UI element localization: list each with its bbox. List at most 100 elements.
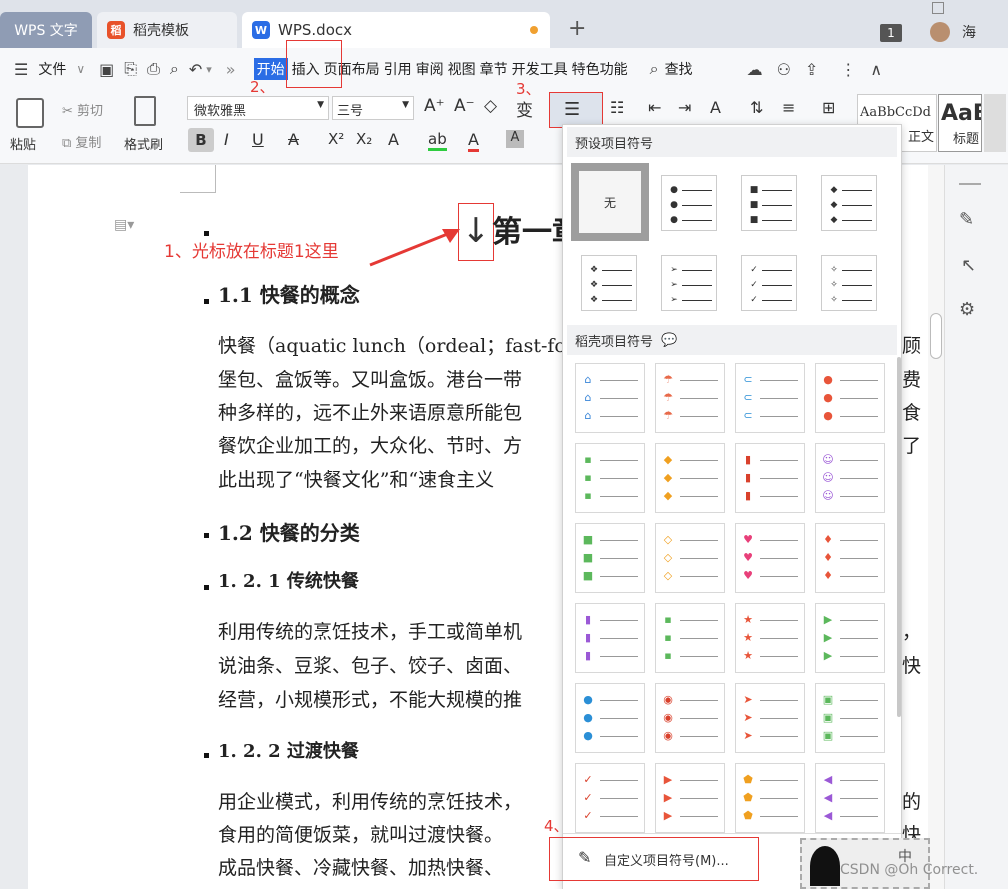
paragraph-line[interactable]: 经营，小规模形式，不能大规模的推 — [218, 685, 522, 712]
bullet-preset-option[interactable]: ❖ ❖ ❖ — [581, 255, 637, 311]
underline-button[interactable]: U — [252, 130, 264, 149]
bullet-preset-option[interactable]: ◆ ◆ ◆ — [821, 175, 877, 231]
window-count-badge[interactable]: 1 — [880, 24, 902, 42]
bullet-daoke-option[interactable]: ▮ ▮ ▮ — [575, 603, 645, 673]
chinese-layout-icon[interactable]: A — [710, 98, 721, 117]
paragraph-fragment[interactable]: 了 — [902, 431, 921, 458]
bullet-daoke-option[interactable]: ▶ ▶ ▶ — [655, 763, 725, 833]
sort-icon[interactable]: ⇅ — [750, 98, 763, 117]
paragraph-line[interactable]: 快餐（aquatic lunch（ordeal；fast-fo — [218, 331, 566, 358]
paste-button[interactable]: 粘贴 — [10, 134, 36, 153]
bullet-daoke-option[interactable]: ♥ ♥ ♥ — [735, 523, 805, 593]
format-painter-button[interactable]: 格式刷 — [124, 134, 163, 153]
bullet-preset-option[interactable]: ✓ ✓ ✓ — [741, 255, 797, 311]
bullet-daoke-option[interactable]: ▣ ▣ ▣ — [815, 683, 885, 753]
bullet-daoke-option[interactable]: ● ● ● — [815, 363, 885, 433]
edit-pen-icon[interactable]: ✎ — [959, 209, 974, 230]
format-painter-icon[interactable] — [134, 96, 156, 126]
bullet-daoke-option[interactable]: ◇ ◇ ◇ — [655, 523, 725, 593]
bullet-preset-option[interactable]: ● ● ● — [661, 175, 717, 231]
custom-bullet-button[interactable]: ✎ 自定义项目符号(M)... — [549, 837, 759, 881]
paragraph-fragment[interactable]: ， — [902, 617, 921, 644]
paragraph-line[interactable]: 堡包、盒饭等。又叫盒饭。港台一带 — [218, 365, 522, 392]
heading-2[interactable]: 1.1 快餐的概念 — [218, 279, 360, 308]
font-grow-icon[interactable]: A⁺ — [424, 96, 445, 116]
heading-3[interactable]: 1. 2. 1 传统快餐 — [218, 567, 359, 593]
bullet-list-button[interactable]: ☰ — [549, 92, 603, 128]
paragraph-line[interactable]: 此出现了“快餐文化”和“速食主义 — [218, 465, 494, 492]
font-family-select[interactable]: 微软雅黑 ▼ — [187, 96, 329, 120]
heading-2[interactable]: 1.2 快餐的分类 — [218, 517, 360, 546]
tab-chapter[interactable]: 章节 — [478, 59, 510, 79]
line-spacing-icon[interactable]: ≡ — [782, 98, 795, 117]
paragraph-line[interactable]: 说油条、豆浆、包子、饺子、卤面、 — [218, 651, 522, 678]
copy-button[interactable]: ⧉ 复制 — [62, 132, 101, 151]
paragraph-fragment[interactable]: 的 — [902, 787, 921, 814]
hamburger-icon[interactable]: ☰ — [14, 60, 28, 79]
bullet-daoke-option[interactable]: ▪ ▪ ▪ — [575, 443, 645, 513]
bullet-daoke-option[interactable]: ◆ ◆ ◆ — [655, 443, 725, 513]
undo-dropdown-icon[interactable]: ▾ — [206, 63, 212, 76]
superscript-button[interactable]: X² — [328, 130, 344, 148]
more-vertical-icon[interactable]: ⋮ — [840, 60, 856, 79]
tab-template[interactable]: 稻 稻壳模板 — [97, 12, 237, 48]
bold-button[interactable]: B — [188, 128, 214, 152]
increase-indent-icon[interactable]: ⇥ — [678, 98, 691, 117]
scrollbar[interactable] — [928, 165, 944, 889]
numbered-list-icon[interactable]: ☷ — [610, 98, 624, 117]
paragraph-line[interactable]: 食用的简便饭菜，就叫过渡快餐。 — [218, 820, 503, 847]
bullet-preset-option[interactable]: ✧ ✧ ✧ — [821, 255, 877, 311]
clear-format-icon[interactable]: ◇ — [484, 96, 497, 116]
char-shading-button[interactable]: A — [506, 130, 524, 148]
text-effect-button[interactable]: A — [388, 130, 399, 149]
bullet-daoke-option[interactable]: ▮ ▮ ▮ — [735, 443, 805, 513]
bullet-daoke-option[interactable]: ● ● ● — [575, 683, 645, 753]
style-scroll[interactable] — [984, 94, 1006, 152]
font-shrink-icon[interactable]: A⁻ — [454, 96, 475, 116]
bullet-daoke-option[interactable]: ★ ★ ★ — [735, 603, 805, 673]
bullet-preset-option[interactable]: ➢ ➢ ➢ — [661, 255, 717, 311]
bullet-daoke-option[interactable]: ■ ■ ■ — [575, 523, 645, 593]
cut-button[interactable]: ✂ 剪切 — [62, 100, 103, 119]
maximize-icon[interactable] — [932, 2, 944, 14]
phonetic-icon[interactable]: 变 — [516, 96, 533, 121]
new-tab-button[interactable]: + — [568, 16, 586, 41]
paste-icon[interactable] — [16, 98, 44, 128]
table-icon[interactable]: ⊞ — [822, 98, 835, 117]
paragraph-fragment[interactable]: 顾 — [902, 331, 921, 358]
tab-wps-writer[interactable]: WPS 文字 — [0, 12, 92, 48]
bullet-daoke-option[interactable]: ⌂ ⌂ ⌂ — [575, 363, 645, 433]
export-icon[interactable]: ⎘ — [124, 59, 137, 79]
paragraph-line[interactable]: 种多样的，远不止外来语原意所能包 — [218, 398, 522, 425]
dropdown-scrollbar[interactable] — [897, 357, 901, 717]
bullet-daoke-option[interactable]: ◀ ◀ ◀ — [815, 763, 885, 833]
share-user-icon[interactable]: ⚇ — [777, 60, 791, 79]
search-button[interactable]: 查找 — [663, 59, 695, 79]
tab-references[interactable]: 引用 — [382, 59, 414, 79]
bullet-daoke-option[interactable]: ◉ ◉ ◉ — [655, 683, 725, 753]
bullet-daoke-option[interactable]: ▶ ▶ ▶ — [815, 603, 885, 673]
cloud-icon[interactable]: ☁ — [747, 60, 763, 79]
italic-button[interactable]: I — [224, 130, 229, 149]
paragraph-fragment[interactable]: 费 — [902, 365, 921, 392]
paragraph-fragment[interactable]: 快 — [902, 651, 921, 678]
decrease-indent-icon[interactable]: ⇤ — [648, 98, 661, 117]
menu-file[interactable]: 文件 — [36, 59, 68, 79]
collapse-icon[interactable]: ∧ — [870, 60, 882, 79]
bullet-daoke-option[interactable]: ➤ ➤ ➤ — [735, 683, 805, 753]
bullet-daoke-option[interactable]: ✓ ✓ ✓ — [575, 763, 645, 833]
bullet-daoke-option[interactable]: ⬟ ⬟ ⬟ — [735, 763, 805, 833]
print-icon[interactable]: ⎙ — [147, 59, 160, 79]
bullet-daoke-option[interactable]: ⊂ ⊂ ⊂ — [735, 363, 805, 433]
paragraph-line[interactable]: 成品快餐、冷藏快餐、加热快餐、 — [218, 853, 503, 880]
style-heading[interactable]: AaB 标题 — [938, 94, 982, 152]
paragraph-line[interactable]: 餐饮企业加工的，大众化、节时、方 — [218, 431, 522, 458]
font-size-select[interactable]: 三号 ▼ — [332, 96, 414, 120]
bullet-daoke-option[interactable]: ☂ ☂ ☂ — [655, 363, 725, 433]
chevron-down-icon[interactable]: ∨ — [76, 62, 85, 76]
highlight-button[interactable]: ab — [428, 130, 447, 151]
bullet-daoke-option[interactable]: ♦ ♦ ♦ — [815, 523, 885, 593]
tab-features[interactable]: 特色功能 — [570, 59, 630, 79]
undo-icon[interactable]: ↶ — [189, 60, 202, 79]
settings-sliders-icon[interactable]: ⚙ — [959, 299, 975, 320]
